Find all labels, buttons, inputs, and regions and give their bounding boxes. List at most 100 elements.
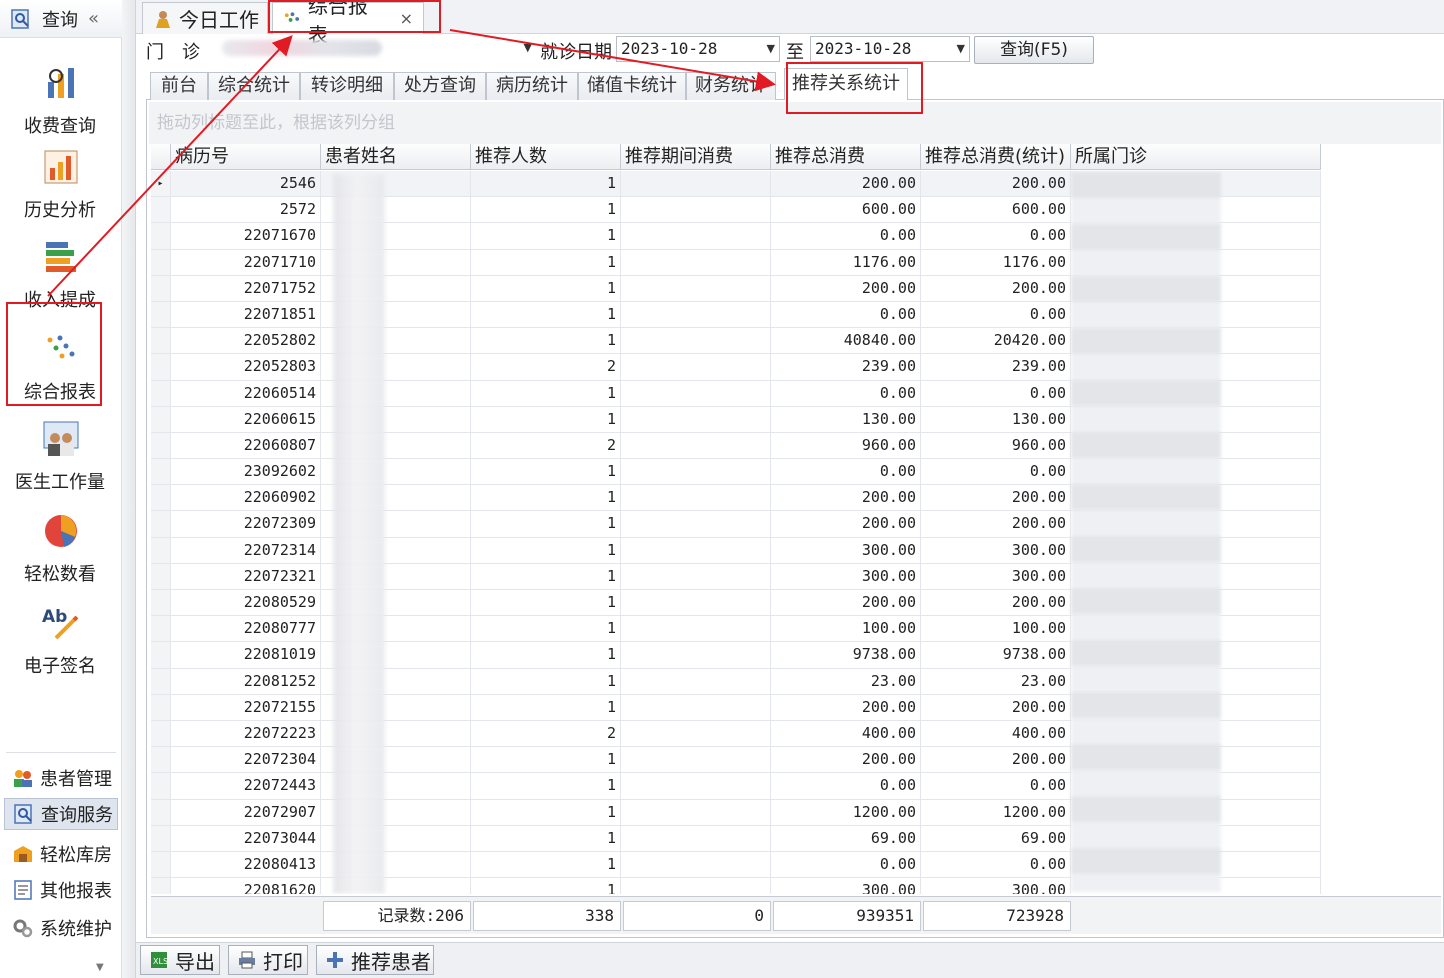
cell-recommend-count: 1: [471, 537, 621, 563]
sidebar-item-system-maintenance[interactable]: 系统维护: [4, 912, 118, 944]
row-indicator: [151, 249, 171, 275]
tab-label: 今日工作: [179, 8, 259, 32]
cell-total-spend: 200.00: [771, 747, 921, 773]
cell-record-id: 22072314: [171, 537, 321, 563]
cell-record-id: 22071710: [171, 249, 321, 275]
cell-total-spend: 0.00: [771, 459, 921, 485]
sidebar-item-query-service[interactable]: 查询服务: [4, 798, 118, 830]
cell-total-spend-stat: 239.00: [921, 354, 1071, 380]
cell-total-spend: 1176.00: [771, 249, 921, 275]
fee-query-icon: [48, 68, 74, 98]
sidebar-splitter[interactable]: [122, 0, 136, 978]
query-button[interactable]: 查询(F5): [974, 36, 1094, 64]
collapse-sidebar-button[interactable]: «: [88, 8, 99, 29]
sidebar-more-icon[interactable]: ▼: [96, 962, 104, 973]
cell-period-spend: [621, 563, 771, 589]
sidebar-item-easy-view[interactable]: 轻松数看: [6, 510, 114, 598]
row-indicator: [151, 668, 171, 694]
cell-record-id: 22060902: [171, 485, 321, 511]
row-indicator: [151, 747, 171, 773]
data-grid: 拖动列标题至此，根据该列分组 病历号 患者姓名 推荐人数 推荐期间消费 推荐总消…: [146, 100, 1444, 938]
row-indicator: [151, 459, 171, 485]
summary-total-spend: 939351: [773, 901, 921, 931]
cell-total-spend-stat: 69.00: [921, 825, 1071, 851]
cell-period-spend: [621, 720, 771, 747]
cell-recommend-count: 1: [471, 249, 621, 275]
cell-recommend-count: 2: [471, 432, 621, 459]
recommend-patient-button[interactable]: 推荐患者: [316, 945, 434, 975]
cell-period-spend: [621, 275, 771, 301]
cell-total-spend-stat: 100.00: [921, 616, 1071, 642]
tab-finance-stats[interactable]: 财务统计: [686, 72, 776, 100]
column-header-patient-name[interactable]: 患者姓名: [321, 144, 471, 170]
sidebar-item-label: 医生工作量: [15, 472, 105, 493]
date-from-picker[interactable]: 2023-10-28 ▼: [616, 36, 780, 62]
cell-recommend-count: 1: [471, 878, 621, 894]
tab-stored-value-card-stats[interactable]: 储值卡统计: [578, 72, 686, 100]
column-header-total-spend[interactable]: 推荐总消费: [771, 144, 921, 170]
row-indicator: [151, 511, 171, 537]
cell-record-id: 22052802: [171, 328, 321, 354]
tab-composite-stats[interactable]: 综合统计: [208, 72, 300, 100]
print-button[interactable]: 打印: [228, 945, 308, 975]
sidebar-item-warehouse[interactable]: 轻松库房: [4, 838, 118, 870]
warehouse-icon: [14, 846, 32, 862]
cell-record-id: 22060807: [171, 432, 321, 459]
sidebar-item-doctor-workload[interactable]: 医生工作量: [6, 418, 114, 506]
cell-total-spend-stat: 300.00: [921, 878, 1071, 894]
recommend-patient-icon: [327, 952, 343, 968]
cell-record-id: 22072155: [171, 694, 321, 720]
visit-date-label: 就诊日期: [540, 42, 612, 63]
clinic-select[interactable]: ▼: [220, 36, 536, 62]
sidebar-item-other-reports[interactable]: 其他报表: [4, 874, 118, 906]
column-header-record-id[interactable]: 病历号: [171, 144, 321, 170]
cell-total-spend-stat: 200.00: [921, 747, 1071, 773]
tab-referral-detail[interactable]: 转诊明细: [300, 72, 394, 100]
cell-total-spend-stat: 1176.00: [921, 249, 1071, 275]
column-header-period-spend[interactable]: 推荐期间消费: [621, 144, 771, 170]
export-button[interactable]: XLS 导出: [140, 945, 220, 975]
sidebar-item-e-signature[interactable]: Ab 电子签名: [6, 602, 114, 690]
cell-period-spend: [621, 511, 771, 537]
row-indicator: [151, 590, 171, 616]
cell-total-spend: 1200.00: [771, 799, 921, 825]
date-to-picker[interactable]: 2023-10-28 ▼: [810, 36, 970, 62]
sidebar-item-history-analysis[interactable]: 历史分析: [6, 146, 114, 234]
cell-total-spend: 239.00: [771, 354, 921, 380]
cell-record-id: 2572: [171, 197, 321, 223]
cell-total-spend-stat: 0.00: [921, 380, 1071, 406]
column-header-clinic[interactable]: 所属门诊: [1071, 144, 1321, 170]
sidebar-item-patient-management[interactable]: 患者管理: [4, 762, 118, 794]
sidebar-item-label: 历史分析: [24, 200, 96, 221]
cell-total-spend-stat: 200.00: [921, 511, 1071, 537]
chevron-down-icon: ▼: [766, 42, 775, 55]
tab-medical-record-stats[interactable]: 病历统计: [486, 72, 578, 100]
cell-period-spend: [621, 197, 771, 223]
recommend-patient-button-label: 推荐患者: [351, 949, 431, 974]
tab-today-work[interactable]: 今日工作: [142, 2, 268, 34]
sidebar-item-fee-query[interactable]: 收费查询: [6, 62, 114, 150]
cell-recommend-count: 1: [471, 799, 621, 825]
tab-front-desk[interactable]: 前台: [150, 72, 208, 100]
column-header-recommend-count[interactable]: 推荐人数: [471, 144, 621, 170]
cell-recommend-count: 1: [471, 747, 621, 773]
row-indicator: [151, 485, 171, 511]
cell-record-id: 22071851: [171, 301, 321, 328]
cell-record-id: 22080413: [171, 851, 321, 878]
cell-total-spend-stat: 20420.00: [921, 328, 1071, 354]
cell-total-spend-stat: 960.00: [921, 432, 1071, 459]
chevron-down-icon: ▼: [523, 41, 532, 54]
cell-total-spend: 0.00: [771, 380, 921, 406]
cell-total-spend-stat: 300.00: [921, 537, 1071, 563]
redacted-name-column: [333, 174, 385, 894]
tab-prescription-query[interactable]: 处方查询: [394, 72, 486, 100]
cell-record-id: 22071670: [171, 223, 321, 249]
row-indicator: [151, 537, 171, 563]
cell-total-spend: 960.00: [771, 432, 921, 459]
row-indicator: [151, 380, 171, 406]
cell-total-spend-stat: 0.00: [921, 773, 1071, 799]
grid-summary-footer: 记录数:206 338 0 939351 723928: [151, 896, 1441, 934]
pie-chart-icon: [45, 515, 77, 547]
column-header-total-spend-stat[interactable]: 推荐总消费(统计): [921, 144, 1071, 170]
cell-recommend-count: 1: [471, 223, 621, 249]
